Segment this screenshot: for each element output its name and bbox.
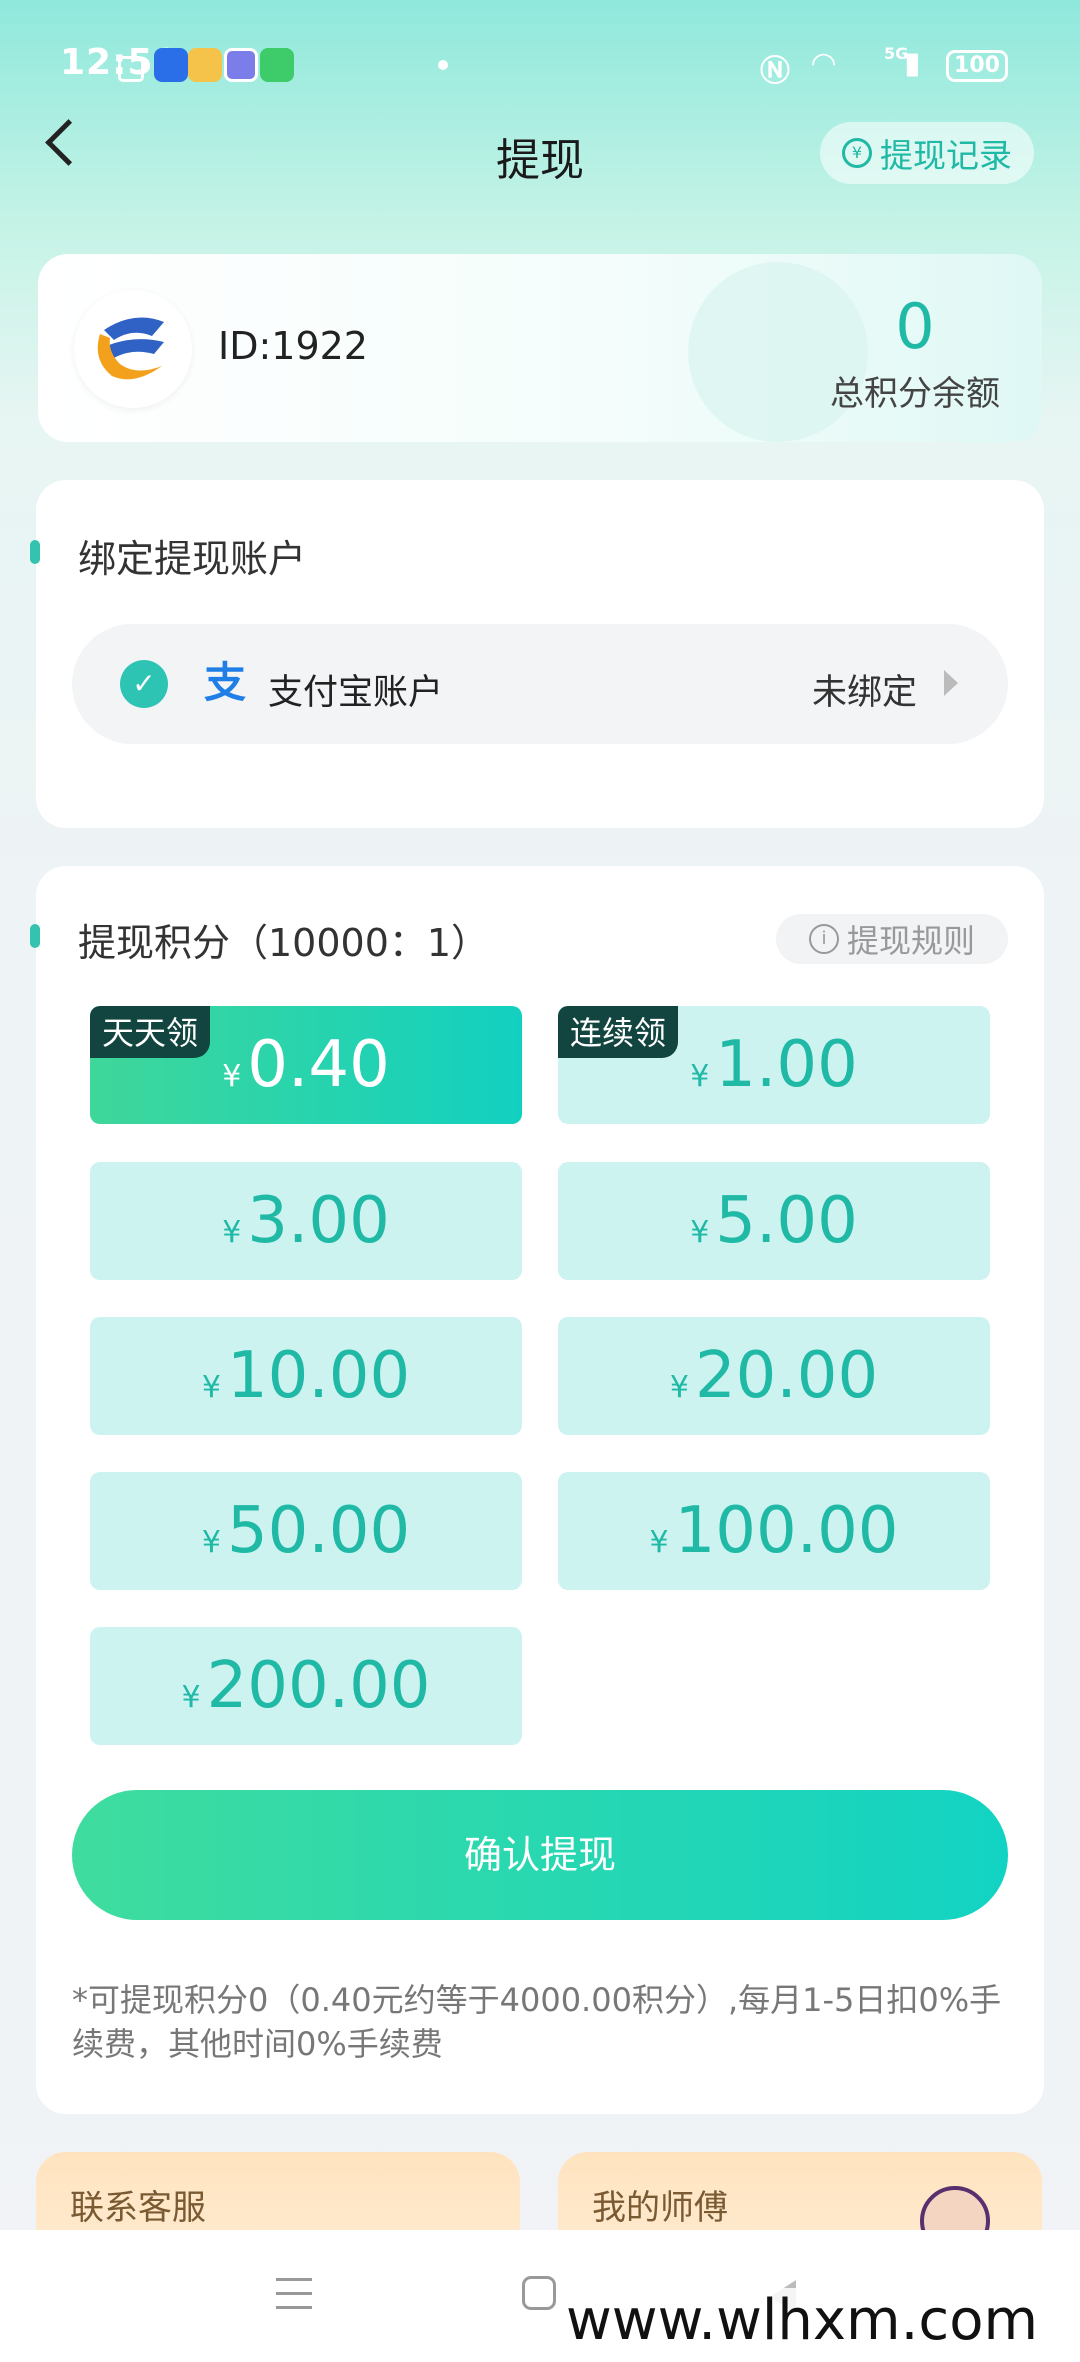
amount-option[interactable]: ¥ 50.00 <box>90 1472 522 1590</box>
withdraw-note: *可提现积分0（0.40元约等于4000.00积分）,每月1-5日扣0%手续费，… <box>72 1981 1002 2063</box>
withdraw-record-button[interactable]: ¥ 提现记录 <box>820 122 1034 184</box>
alipay-account-label: 支付宝账户 <box>268 673 444 713</box>
signal-icon: ▮ <box>904 46 921 81</box>
bind-section-title: 绑定提现账户 <box>78 537 307 581</box>
battery-indicator: 100 <box>946 50 1008 82</box>
watermark-text: www.wlhxm.com <box>560 2288 1045 2353</box>
recent-apps-icon[interactable] <box>276 2278 312 2310</box>
currency-symbol: ¥ <box>222 1215 242 1250</box>
points-balance-label: 总积分余额 <box>830 374 1000 414</box>
withdraw-section-title: 提现积分（10000：1） <box>78 921 490 965</box>
my-master-label: 我的师傅 <box>592 2188 728 2228</box>
currency-symbol: ¥ <box>690 1059 710 1094</box>
amount-option[interactable]: ¥ 10.00 <box>90 1317 522 1435</box>
amount-option[interactable]: ¥ 200.00 <box>90 1627 522 1745</box>
check-icon: ✓ <box>120 660 168 708</box>
app-notification-icon <box>154 48 188 82</box>
info-icon: i <box>808 924 839 954</box>
option-tag: 连续领 <box>558 1006 679 1058</box>
weibo-icon <box>188 48 222 82</box>
currency-symbol: ¥ <box>201 1525 221 1560</box>
battery-app-icon <box>260 48 294 82</box>
amount-value: 3.00 <box>247 1184 390 1258</box>
section-marker <box>30 540 40 564</box>
amount-option[interactable]: ¥ 5.00 <box>558 1162 990 1280</box>
app-logo <box>74 290 192 408</box>
amount-value: 20.00 <box>694 1339 879 1413</box>
amount-option[interactable]: ¥ 3.00 <box>90 1162 522 1280</box>
lock-icon <box>118 56 144 82</box>
currency-symbol: ¥ <box>222 1059 242 1094</box>
home-icon[interactable] <box>522 2276 556 2310</box>
contact-service-label: 联系客服 <box>70 2188 206 2228</box>
message-icon <box>224 48 258 82</box>
confirm-withdraw-button[interactable]: 确认提现 <box>72 1790 1008 1920</box>
yuan-coin-icon: ¥ <box>842 138 872 168</box>
withdraw-rules-button[interactable]: i 提现规则 <box>776 914 1008 964</box>
wifi-icon: ◠ <box>812 46 836 81</box>
currency-symbol: ¥ <box>669 1370 689 1405</box>
amount-value: 1.00 <box>715 1028 858 1102</box>
amount-option[interactable]: ¥ 20.00 <box>558 1317 990 1435</box>
withdraw-record-label: 提现记录 <box>880 136 1012 175</box>
currency-symbol: ¥ <box>201 1370 221 1405</box>
bind-status: 未绑定 <box>812 673 918 713</box>
amount-value: 50.00 <box>226 1494 411 1568</box>
amount-value: 10.00 <box>226 1339 411 1413</box>
section-marker <box>30 924 40 948</box>
currency-symbol: ¥ <box>690 1215 710 1250</box>
chevron-right-icon <box>944 670 958 696</box>
user-id: ID:1922 <box>218 324 368 368</box>
amount-value: 200.00 <box>206 1649 431 1723</box>
amount-option[interactable]: ¥ 100.00 <box>558 1472 990 1590</box>
nfc-icon: Ⓝ <box>760 54 790 89</box>
more-notifications-dot <box>438 60 448 70</box>
points-balance-value: 0 <box>895 290 935 363</box>
amount-value: 100.00 <box>674 1494 899 1568</box>
currency-symbol: ¥ <box>649 1525 669 1560</box>
option-tag: 天天领 <box>90 1006 211 1058</box>
withdraw-rules-label: 提现规则 <box>846 922 975 960</box>
amount-value: 5.00 <box>715 1184 858 1258</box>
currency-symbol: ¥ <box>181 1680 201 1715</box>
amount-value: 0.40 <box>247 1028 390 1102</box>
alipay-icon: 支 <box>204 658 247 707</box>
